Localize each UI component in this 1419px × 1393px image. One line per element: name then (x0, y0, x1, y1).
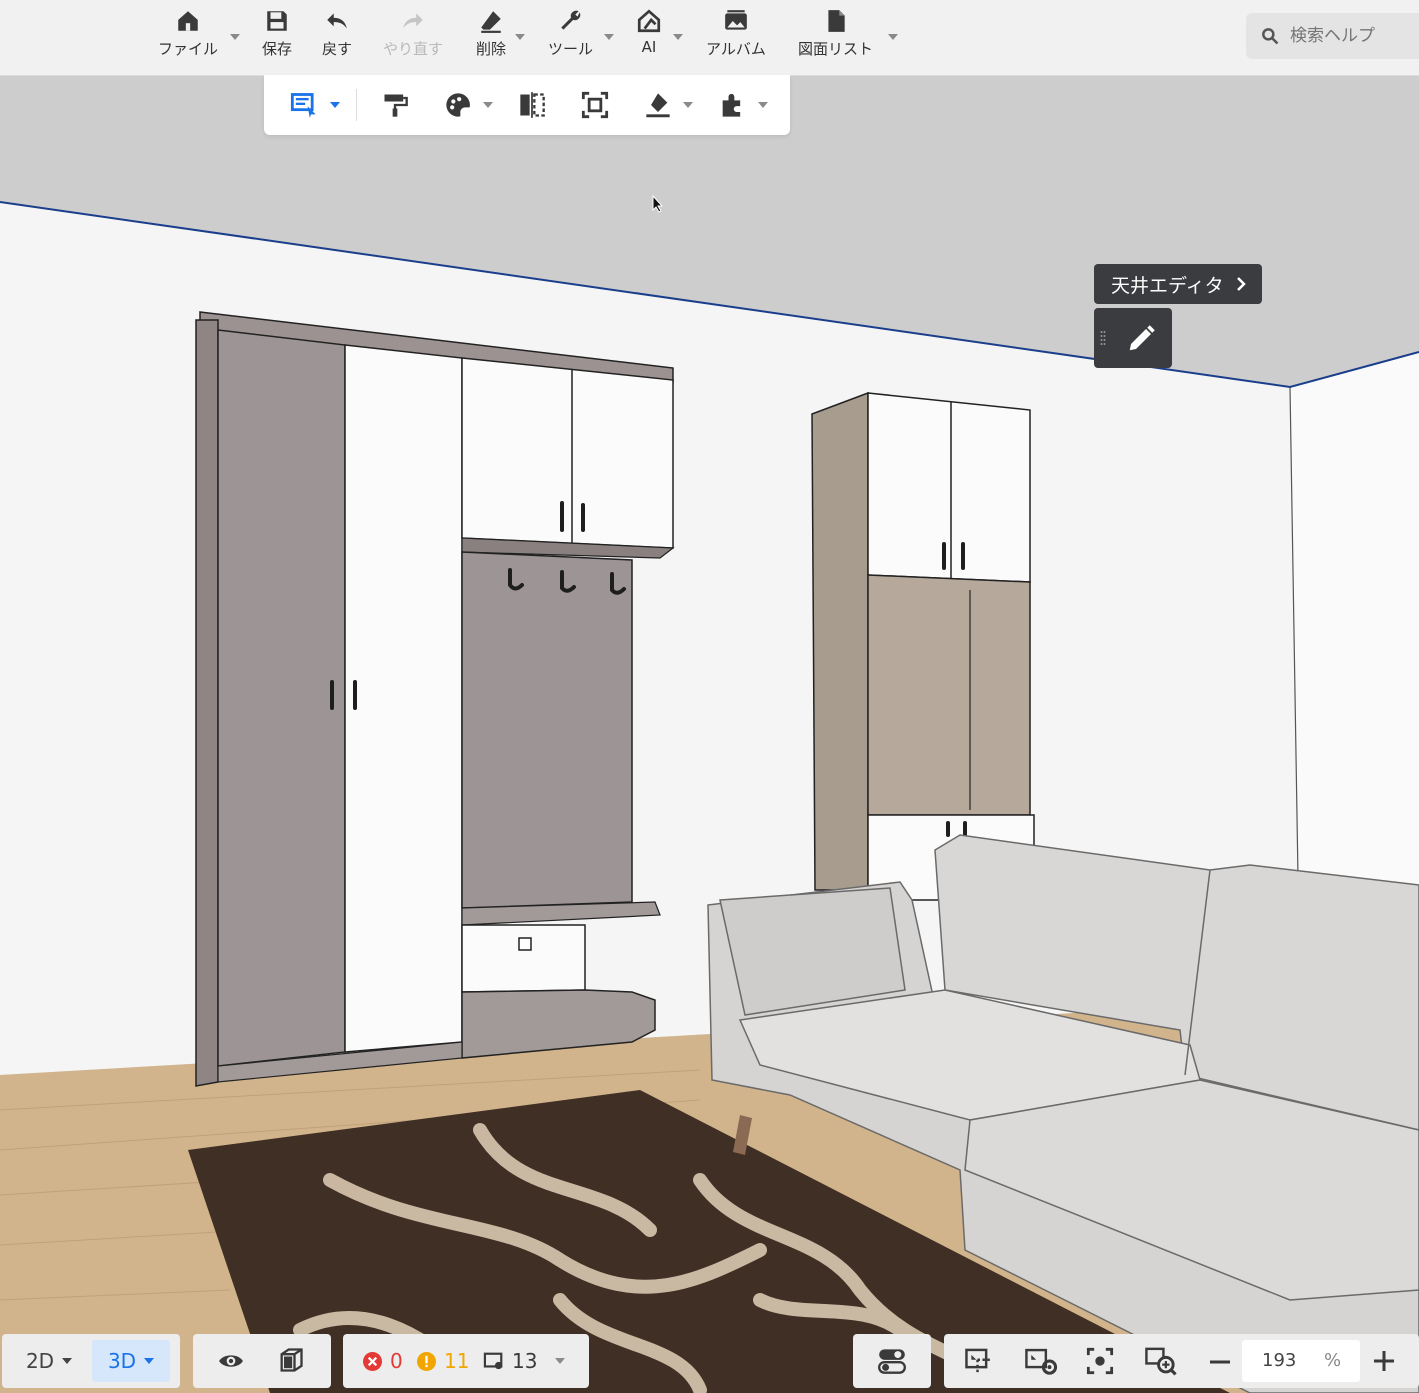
redo-icon (403, 13, 423, 29)
3d-label: 3D (107, 1349, 137, 1373)
edit-popover (1094, 308, 1172, 368)
toggle-group (853, 1334, 931, 1388)
delete-button[interactable]: 削除 (476, 8, 506, 68)
mirror-button[interactable] (516, 89, 548, 121)
zoom-value: 193 (1262, 1350, 1297, 1371)
2d-caret-icon (62, 1358, 73, 1364)
2d-label: 2D (25, 1349, 55, 1373)
3d-mode-button[interactable]: 3D (92, 1340, 170, 1382)
warning-icon (417, 1352, 436, 1371)
album-icon (725, 10, 747, 30)
search-input[interactable] (1288, 25, 1412, 47)
redo-label: やり直す (383, 40, 444, 58)
file-caret-icon[interactable] (230, 34, 240, 40)
file-label: ファイル (158, 40, 219, 58)
material-button[interactable] (442, 89, 474, 121)
view-mode-switch: 2D 3D (2, 1334, 180, 1388)
eye-icon[interactable] (217, 1348, 245, 1374)
mirror-icon (520, 92, 545, 118)
display-options (193, 1334, 331, 1388)
ceiling-editor-label: 天井エディタ (1111, 274, 1224, 297)
paint-button[interactable] (379, 89, 411, 121)
3d-caret-icon (144, 1358, 155, 1364)
warning-count: 11 (444, 1349, 470, 1373)
view-settings-icon[interactable] (1024, 1346, 1058, 1376)
zoom-in-icon[interactable] (1372, 1349, 1396, 1373)
main-toolbar: ファイル 保存 戻す やり直す 削除 ツール AI アルバム 図面リスト (0, 0, 1419, 76)
delete-caret-icon[interactable] (515, 34, 525, 40)
toolbar-divider (356, 89, 357, 121)
tools-button[interactable]: ツール (548, 8, 593, 68)
tools-label: ツール (548, 40, 594, 58)
error-icon (363, 1352, 382, 1371)
ai-caret-icon[interactable] (673, 34, 683, 40)
cube-icon[interactable] (277, 1346, 305, 1374)
frame-button[interactable] (579, 89, 611, 121)
fit-view-icon[interactable] (964, 1346, 996, 1376)
save-button[interactable]: 保存 (262, 8, 292, 68)
wrench-icon (560, 10, 580, 30)
material-caret-icon[interactable] (483, 102, 493, 108)
save-icon (267, 11, 287, 31)
toggle-icon[interactable] (878, 1347, 906, 1375)
ai-house-icon (637, 9, 661, 33)
level-caret-icon[interactable] (683, 102, 693, 108)
select-caret-icon[interactable] (330, 102, 340, 108)
zoom-out-icon[interactable] (1208, 1350, 1232, 1374)
plugin-button[interactable] (716, 89, 748, 121)
mouse-cursor-icon (652, 195, 664, 213)
plugin-icon (722, 93, 741, 117)
chevron-right-icon (1236, 277, 1246, 291)
drawing-list-button[interactable]: 図面リスト (798, 8, 873, 68)
zoom-window-icon[interactable] (1144, 1345, 1178, 1377)
tools-caret-icon[interactable] (604, 34, 614, 40)
ceiling-editor-button[interactable]: 天井エディタ (1094, 264, 1262, 304)
edit-subtoolbar (264, 75, 790, 135)
search-box[interactable] (1246, 13, 1419, 59)
view-controls: 193 % (944, 1334, 1419, 1388)
drag-handle-icon[interactable] (1100, 330, 1106, 346)
album-label: アルバム (706, 40, 766, 58)
save-label: 保存 (262, 40, 293, 58)
frame-icon (581, 91, 609, 119)
select-icon (290, 93, 316, 118)
ai-button[interactable]: AI (636, 8, 662, 68)
drawing-list-label: 図面リスト (798, 40, 874, 58)
select-mode-button[interactable] (288, 89, 320, 121)
delete-label: 削除 (476, 40, 507, 58)
undo-icon (327, 13, 347, 29)
redo-button[interactable]: やり直す (383, 8, 443, 68)
pencil-icon[interactable] (1126, 324, 1156, 354)
status-caret-icon[interactable] (555, 1358, 565, 1364)
paint-roller-icon (384, 94, 408, 117)
focus-icon[interactable] (1086, 1347, 1114, 1375)
undo-button[interactable]: 戻す (322, 8, 352, 68)
home-icon (178, 11, 198, 31)
layers-icon (483, 1352, 503, 1370)
zoom-field[interactable]: 193 % (1242, 1340, 1360, 1382)
document-icon (827, 10, 845, 32)
2d-mode-button[interactable]: 2D (12, 1340, 86, 1382)
file-button[interactable]: ファイル (158, 8, 218, 68)
search-icon (1262, 28, 1279, 45)
item-count: 13 (512, 1349, 538, 1373)
album-button[interactable]: アルバム (706, 8, 766, 68)
material-picker-icon (446, 93, 470, 117)
zoom-unit: % (1324, 1350, 1342, 1371)
drawing-list-caret-icon[interactable] (888, 34, 898, 40)
eraser-icon (481, 11, 501, 33)
plugin-caret-icon[interactable] (758, 102, 768, 108)
status-summary[interactable]: 0 11 13 (343, 1334, 589, 1388)
level-tool-icon (646, 93, 670, 118)
undo-label: 戻す (322, 40, 353, 58)
level-button[interactable] (642, 89, 674, 121)
ai-label: AI (641, 38, 657, 56)
error-count: 0 (390, 1349, 403, 1373)
